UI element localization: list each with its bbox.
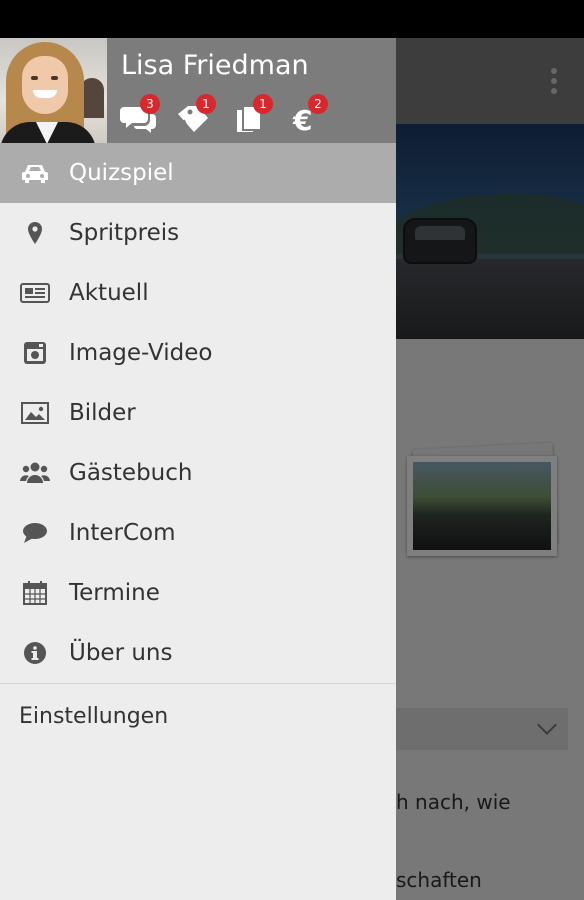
speech-bubble-icon — [23, 523, 47, 543]
messages-button[interactable]: 3 — [120, 94, 160, 134]
notification-badge: 1 — [253, 94, 273, 114]
menu-item-label: Spritpreis — [69, 220, 180, 246]
newspaper-icon — [20, 283, 50, 303]
menu-item-label: Termine — [69, 580, 160, 606]
menu-item-bilder[interactable]: Bilder — [0, 383, 396, 443]
menu-item-gaestebuch[interactable]: Gästebuch — [0, 443, 396, 503]
menu-item-label: Image-Video — [69, 340, 213, 366]
map-pin-icon — [28, 222, 42, 244]
user-name: Lisa Friedman — [121, 50, 309, 81]
navigation-drawer: Lisa Friedman 3 1 1 € 2 Quizspiel Spritp… — [0, 38, 396, 900]
users-group-icon — [20, 462, 50, 483]
info-icon — [24, 642, 46, 664]
menu-item-label: Über uns — [69, 640, 173, 666]
calendar-icon — [23, 581, 47, 605]
menu-item-spritpreis[interactable]: Spritpreis — [0, 203, 396, 263]
menu-item-label: InterCom — [69, 520, 176, 546]
picture-icon — [21, 402, 49, 424]
notification-badge: 3 — [140, 94, 160, 114]
tags-button[interactable]: 1 — [176, 94, 216, 134]
menu-item-image-video[interactable]: Image-Video — [0, 323, 396, 383]
notification-badge: 2 — [308, 94, 328, 114]
drawer-header: Lisa Friedman 3 1 1 € 2 — [0, 38, 396, 143]
menu-item-label: Quizspiel — [69, 160, 174, 186]
menu-item-label: Bilder — [69, 400, 136, 426]
payments-button[interactable]: € 2 — [292, 94, 332, 134]
settings-item[interactable]: Einstellungen — [19, 704, 168, 729]
menu-item-termine[interactable]: Termine — [0, 563, 396, 623]
menu-item-label: Gästebuch — [69, 460, 193, 486]
car-icon — [22, 165, 48, 183]
avatar[interactable] — [0, 38, 107, 143]
menu-item-quizspiel[interactable]: Quizspiel — [0, 143, 396, 203]
menu-divider — [0, 683, 396, 684]
instagram-camera-icon — [24, 342, 46, 364]
drawer-menu: Quizspiel Spritpreis Aktuell Image-Video… — [0, 143, 396, 683]
menu-item-ueber-uns[interactable]: Über uns — [0, 623, 396, 683]
notification-badge: 1 — [196, 94, 216, 114]
documents-button[interactable]: 1 — [235, 94, 275, 134]
menu-item-intercom[interactable]: InterCom — [0, 503, 396, 563]
menu-item-aktuell[interactable]: Aktuell — [0, 263, 396, 323]
status-bar — [0, 0, 584, 38]
menu-item-label: Aktuell — [69, 280, 149, 306]
